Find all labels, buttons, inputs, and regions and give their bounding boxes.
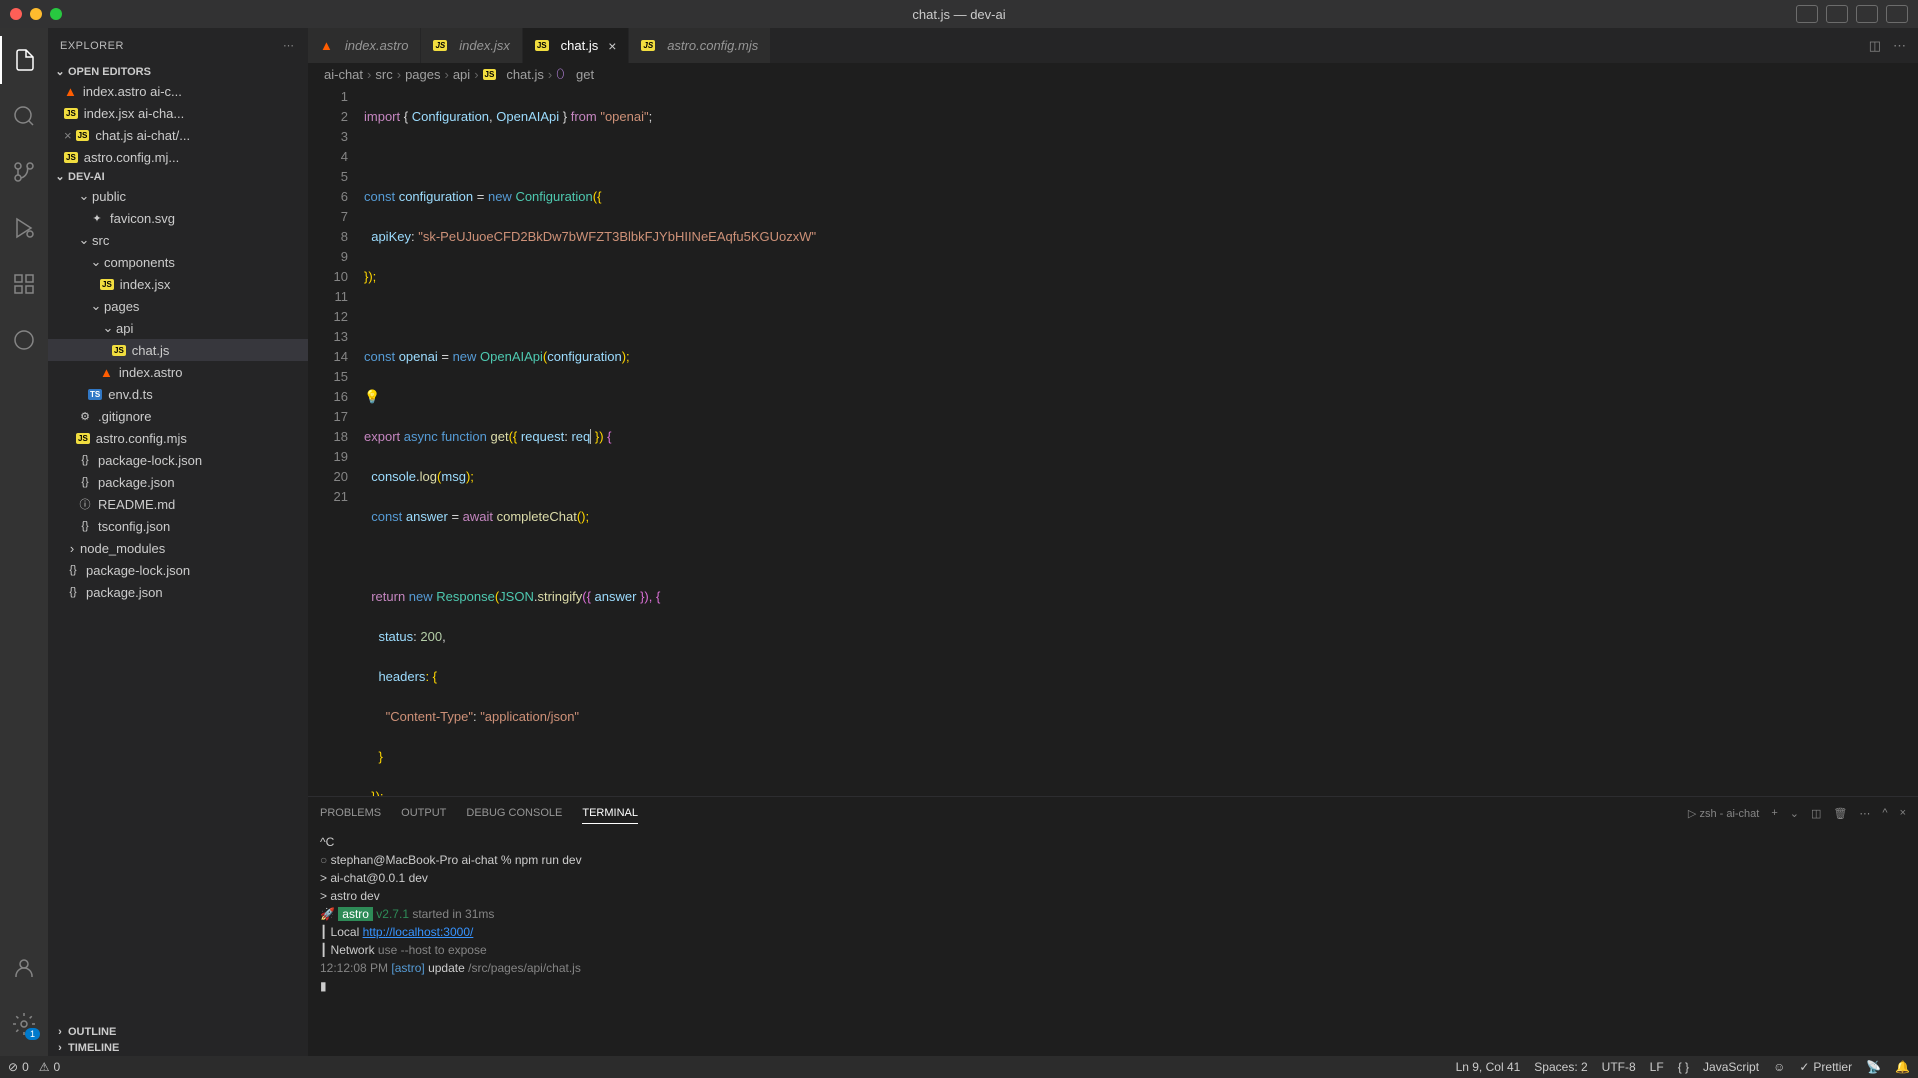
status-errors[interactable]: ⊘ 0 — [8, 1060, 29, 1074]
close-window[interactable] — [10, 8, 22, 20]
open-editor-item[interactable]: ▲index.astro ai-c... — [48, 80, 308, 102]
folder-pages[interactable]: ⌄pages — [48, 295, 308, 317]
tab-index-astro[interactable]: ▲index.astro — [308, 28, 421, 63]
file-astro-config[interactable]: JSastro.config.mjs — [48, 427, 308, 449]
sidebar: EXPLORER ⋯ ⌄OPEN EDITORS ▲index.astro ai… — [48, 28, 308, 1056]
maximize-panel-icon[interactable]: ^ — [1882, 807, 1887, 819]
tab-problems[interactable]: PROBLEMS — [320, 803, 381, 823]
close-editor-icon[interactable]: × — [64, 128, 72, 143]
status-bell-icon[interactable]: 🔔 — [1895, 1060, 1910, 1074]
status-copilot-icon[interactable]: ☺ — [1773, 1060, 1785, 1074]
folder-src[interactable]: ⌄src — [48, 229, 308, 251]
settings-icon[interactable]: 1 — [0, 1000, 48, 1048]
open-editor-item[interactable]: JSindex.jsx ai-cha... — [48, 102, 308, 124]
status-cursor[interactable]: Ln 9, Col 41 — [1456, 1060, 1521, 1074]
tab-astro-config[interactable]: JSastro.config.mjs — [629, 28, 771, 63]
extensions-icon[interactable] — [0, 260, 48, 308]
source-control-icon[interactable] — [0, 148, 48, 196]
search-icon[interactable] — [0, 92, 48, 140]
file-package-lock[interactable]: {}package-lock.json — [48, 449, 308, 471]
tab-index-jsx[interactable]: JSindex.jsx — [421, 28, 522, 63]
open-editors-section[interactable]: ⌄OPEN EDITORS — [48, 63, 308, 80]
folder-public[interactable]: ⌄public — [48, 185, 308, 207]
editor-area: ▲index.astro JSindex.jsx JSchat.js× JSas… — [308, 28, 1918, 1056]
terminal-shell-label[interactable]: ▷ zsh - ai-chat — [1688, 807, 1759, 820]
titlebar: chat.js — dev-ai — [0, 0, 1918, 28]
file-package-lock-root[interactable]: {}package-lock.json — [48, 559, 308, 581]
accounts-icon[interactable] — [0, 944, 48, 992]
tab-chat-js[interactable]: JSchat.js× — [523, 28, 630, 63]
toggle-sidebar-icon[interactable] — [1826, 5, 1848, 23]
run-debug-icon[interactable] — [0, 204, 48, 252]
tab-terminal[interactable]: TERMINAL — [582, 803, 638, 824]
file-package-json[interactable]: {}package.json — [48, 471, 308, 493]
file-favicon[interactable]: ✦favicon.svg — [48, 207, 308, 229]
file-chat-js[interactable]: JSchat.js — [48, 339, 308, 361]
maximize-window[interactable] — [50, 8, 62, 20]
customize-layout-icon[interactable] — [1886, 5, 1908, 23]
more-terminal-icon[interactable]: ⋯ — [1859, 807, 1870, 820]
file-index-jsx[interactable]: JSindex.jsx — [48, 273, 308, 295]
split-editor-icon[interactable]: ◫ — [1869, 38, 1881, 54]
explorer-icon[interactable] — [0, 36, 48, 84]
status-language[interactable]: JavaScript — [1703, 1060, 1759, 1074]
editor-actions: ◫ ⋯ — [1869, 28, 1918, 63]
edge-tools-icon[interactable] — [0, 316, 48, 364]
status-feedback-icon[interactable]: 📡 — [1866, 1060, 1881, 1074]
file-package-json-root[interactable]: {}package.json — [48, 581, 308, 603]
outline-section[interactable]: ›OUTLINE — [48, 1024, 308, 1040]
timeline-section[interactable]: ›TIMELINE — [48, 1040, 308, 1056]
sidebar-title: EXPLORER — [60, 40, 124, 52]
minimize-window[interactable] — [30, 8, 42, 20]
panel-tabs: PROBLEMS OUTPUT DEBUG CONSOLE TERMINAL ▷… — [308, 797, 1918, 829]
project-section[interactable]: ⌄DEV-AI — [48, 168, 308, 185]
terminal-dropdown-icon[interactable]: ⌄ — [1790, 807, 1799, 820]
status-eol[interactable]: LF — [1650, 1060, 1664, 1074]
line-numbers: 123456789101112131415161718192021 — [308, 85, 364, 796]
close-panel-icon[interactable]: × — [1900, 807, 1906, 819]
window-title: chat.js — dev-ai — [912, 7, 1005, 22]
statusbar: ⊘ 0 ⚠ 0 Ln 9, Col 41 Spaces: 2 UTF-8 LF … — [0, 1056, 1918, 1078]
tab-debug-console[interactable]: DEBUG CONSOLE — [466, 803, 562, 823]
terminal-output[interactable]: ^C ○ stephan@MacBook-Pro ai-chat % npm r… — [308, 829, 1918, 1056]
bottom-panel: PROBLEMS OUTPUT DEBUG CONSOLE TERMINAL ▷… — [308, 796, 1918, 1056]
titlebar-layout-controls — [1796, 5, 1908, 23]
file-index-astro[interactable]: ▲index.astro — [48, 361, 308, 383]
code-editor[interactable]: 123456789101112131415161718192021 import… — [308, 85, 1918, 796]
status-brackets[interactable]: { } — [1678, 1060, 1689, 1074]
more-actions-icon[interactable]: ⋯ — [1893, 38, 1906, 54]
folder-components[interactable]: ⌄components — [48, 251, 308, 273]
file-readme[interactable]: ⓘREADME.md — [48, 493, 308, 515]
folder-node-modules[interactable]: ›node_modules — [48, 537, 308, 559]
folder-api[interactable]: ⌄api — [48, 317, 308, 339]
code-content[interactable]: import { Configuration, OpenAIApi } from… — [364, 85, 1918, 796]
status-encoding[interactable]: UTF-8 — [1602, 1060, 1636, 1074]
tab-output[interactable]: OUTPUT — [401, 803, 446, 823]
open-editor-item[interactable]: ×JSchat.js ai-chat/... — [48, 124, 308, 146]
kill-terminal-icon[interactable]: 🗑 — [1833, 807, 1847, 820]
sidebar-header: EXPLORER ⋯ — [48, 28, 308, 63]
editor-tabs: ▲index.astro JSindex.jsx JSchat.js× JSas… — [308, 28, 1918, 63]
status-spaces[interactable]: Spaces: 2 — [1534, 1060, 1587, 1074]
close-tab-icon[interactable]: × — [608, 38, 616, 54]
file-env-dts[interactable]: TSenv.d.ts — [48, 383, 308, 405]
open-editor-item[interactable]: JSastro.config.mj... — [48, 146, 308, 168]
traffic-lights — [10, 8, 62, 20]
split-terminal-icon[interactable]: ◫ — [1811, 807, 1821, 820]
breadcrumbs[interactable]: ai-chat› src› pages› api› JSchat.js› ⬯ g… — [308, 63, 1918, 85]
sidebar-more-icon[interactable]: ⋯ — [283, 39, 296, 52]
file-tree: ⌄public ✦favicon.svg ⌄src ⌄components JS… — [48, 185, 308, 1024]
file-gitignore[interactable]: ⚙.gitignore — [48, 405, 308, 427]
file-tsconfig[interactable]: {}tsconfig.json — [48, 515, 308, 537]
activity-bar: 1 — [0, 28, 48, 1056]
status-prettier[interactable]: ✓ Prettier — [1799, 1060, 1852, 1074]
new-terminal-icon[interactable]: + — [1771, 807, 1777, 819]
toggle-secondary-icon[interactable] — [1856, 5, 1878, 23]
status-warnings[interactable]: ⚠ 0 — [39, 1060, 60, 1074]
toggle-panel-icon[interactable] — [1796, 5, 1818, 23]
